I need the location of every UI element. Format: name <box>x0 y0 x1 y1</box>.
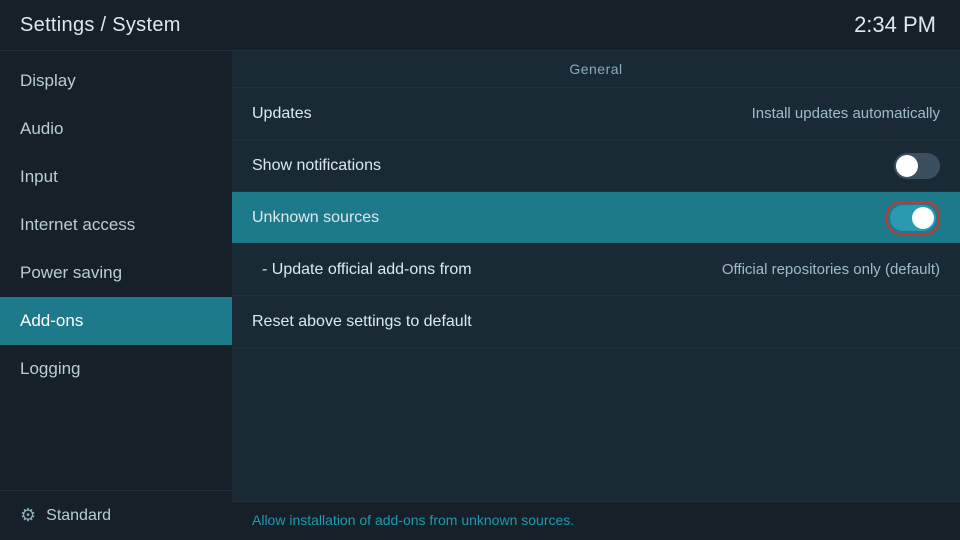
toggle-highlight-unknown-sources <box>886 201 940 235</box>
setting-label-unknown-sources: Unknown sources <box>252 209 379 227</box>
page-title: Settings / System <box>20 14 181 37</box>
setting-label-update-official-addons: - Update official add-ons from <box>262 261 472 279</box>
toggle-show-notifications[interactable] <box>894 153 940 179</box>
sidebar-item-logging[interactable]: Logging <box>0 345 232 393</box>
settings-list: Updates Install updates automatically Show… <box>232 88 960 501</box>
status-text: Allow installation of add-ons from unkno… <box>252 512 574 528</box>
header: Settings / System 2:34 PM <box>0 0 960 51</box>
setting-label-updates: Updates <box>252 105 312 123</box>
toggle-wrapper-unknown-sources <box>886 201 940 235</box>
sidebar: DisplayAudioInputInternet accessPower sa… <box>0 51 232 540</box>
setting-row-unknown-sources[interactable]: Unknown sources <box>232 192 960 244</box>
setting-row-show-notifications[interactable]: Show notifications <box>232 140 960 192</box>
setting-label-reset-settings: Reset above settings to default <box>252 313 472 331</box>
setting-row-reset-settings[interactable]: Reset above settings to default <box>232 296 960 348</box>
gear-icon: ⚙ <box>20 505 36 526</box>
status-bar: Allow installation of add-ons from unkno… <box>232 501 960 540</box>
section-header: General <box>232 51 960 88</box>
standard-label: Standard <box>46 507 111 525</box>
setting-value-update-official-addons: Official repositories only (default) <box>722 261 940 278</box>
clock: 2:34 PM <box>854 12 936 38</box>
setting-row-update-official-addons[interactable]: - Update official add-ons from Official r… <box>232 244 960 296</box>
sidebar-item-display[interactable]: Display <box>0 57 232 105</box>
toggle-wrapper-show-notifications <box>894 153 940 179</box>
toggle-unknown-sources[interactable] <box>890 205 936 231</box>
sidebar-item-audio[interactable]: Audio <box>0 105 232 153</box>
setting-row-updates[interactable]: Updates Install updates automatically <box>232 88 960 140</box>
sidebar-item-input[interactable]: Input <box>0 153 232 201</box>
sidebar-item-add-ons[interactable]: Add-ons <box>0 297 232 345</box>
toggle-knob-unknown-sources <box>912 207 934 229</box>
toggle-knob-show-notifications <box>896 155 918 177</box>
main-layout: DisplayAudioInputInternet accessPower sa… <box>0 51 960 540</box>
content-area: General Updates Install updates automatic… <box>232 51 960 540</box>
sidebar-bottom[interactable]: ⚙ Standard <box>0 490 232 540</box>
sidebar-item-power-saving[interactable]: Power saving <box>0 249 232 297</box>
setting-label-show-notifications: Show notifications <box>252 157 381 175</box>
setting-value-updates: Install updates automatically <box>752 105 940 122</box>
sidebar-item-internet-access[interactable]: Internet access <box>0 201 232 249</box>
